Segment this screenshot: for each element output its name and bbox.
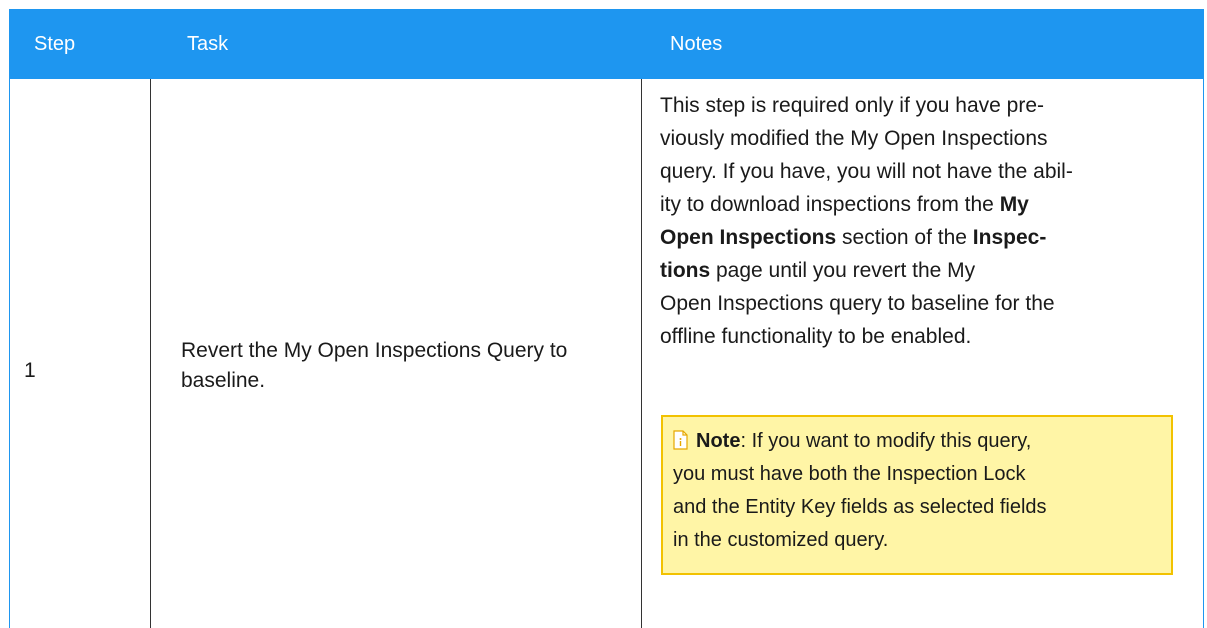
notes-line: offline functionality to be enabled. [660, 325, 972, 348]
notes-line: viously modified the My Open Inspections [660, 127, 1048, 150]
notes-line: query. If you have, you will not have th… [660, 160, 1073, 183]
notes-line: This step is required only if you have p… [660, 94, 1045, 117]
callout-line: : If you want to modify this query, [740, 430, 1032, 452]
note-info-icon [673, 428, 688, 450]
table-header: Step Task Notes [9, 9, 1204, 79]
notes-bold-term: Inspec- [972, 226, 1047, 249]
callout-line: you must have both the Inspection Lock [673, 463, 1026, 485]
row-task-text: Revert the My Open Inspections Query to … [181, 339, 568, 392]
column-divider [150, 79, 151, 628]
callout-line: and the Entity Key fields as selected fi… [673, 496, 1047, 518]
procedure-table: Step Task Notes 1 Revert the My Open Ins… [9, 9, 1204, 628]
notes-line: Open Inspections query to baseline for t… [660, 292, 1055, 315]
notes-line: ity to download inspections from the [660, 193, 1000, 216]
notes-line: section of the [836, 226, 973, 249]
notes-line: page until you revert the My [710, 259, 976, 282]
callout-line: in the customized query. [673, 529, 889, 551]
notes-bold-term: Open Inspections [660, 226, 837, 249]
notes-bold-term: tions [660, 259, 711, 282]
header-task: Task [187, 33, 229, 55]
column-divider [641, 79, 642, 628]
header-step: Step [34, 33, 76, 55]
notes-paragraph: This step is required only if you have p… [660, 89, 1190, 353]
note-callout: Note: If you want to modify this query, … [661, 415, 1173, 575]
note-label: Note [696, 430, 741, 452]
row-notes: This step is required only if you have p… [660, 89, 1190, 575]
notes-bold-term: My [999, 193, 1029, 216]
row-step-number: 1 [24, 359, 36, 382]
header-notes: Notes [670, 33, 723, 55]
